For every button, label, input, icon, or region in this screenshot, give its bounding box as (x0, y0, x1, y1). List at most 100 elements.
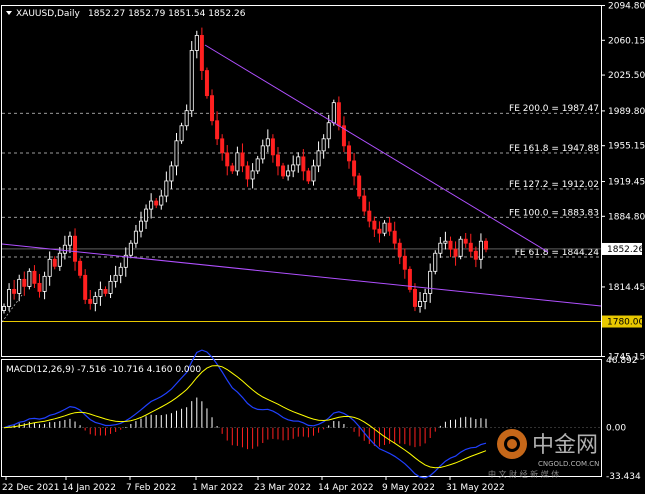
price-tick-label: 1955.15 (608, 142, 645, 152)
price-tick-label: 1884.80 (608, 212, 645, 222)
candle-body (245, 165, 250, 180)
candle-body (225, 152, 230, 167)
candle-body (433, 252, 438, 272)
candle-body (194, 35, 199, 51)
candle-body (138, 220, 143, 232)
watermark-brand: 中金网 (532, 433, 598, 458)
candle-body (428, 270, 433, 294)
candle-body (57, 252, 62, 267)
candle-body (463, 238, 468, 244)
candle-body (159, 195, 164, 206)
macd-tick-label: -33.434 (606, 472, 641, 482)
candle-body (83, 274, 88, 300)
candle-body (154, 200, 159, 206)
candle-body (210, 95, 215, 122)
candle-body (326, 122, 331, 140)
candle-body (352, 160, 357, 177)
candle-body (32, 270, 37, 284)
candle-body (128, 242, 133, 256)
candle-body (240, 152, 245, 167)
time-tick-label: 14 Apr 2022 (318, 483, 374, 493)
price-chart[interactable]: FE 200.0 = 1987.47 FE 161.8 = 1947.88 FE 1… (0, 0, 645, 494)
time-tick-label: 1 Mar 2022 (192, 483, 243, 493)
candle-body (458, 238, 463, 257)
time-tick-label: 14 Jan 2022 (62, 483, 116, 493)
candle-body (377, 228, 382, 234)
candle-body (184, 110, 189, 127)
candle-body (331, 102, 336, 124)
fib-level-label: FE 161.8 = 1947.88 (509, 144, 599, 154)
candle-body (291, 164, 296, 172)
candle-body (281, 165, 286, 177)
candle-body (260, 145, 265, 160)
macd-indicator-label: MACD(12,26,9) -7.516 -10.716 4.160 0.000 (6, 365, 201, 375)
watermark-domain: CNGOLD.COM.CN (538, 460, 599, 468)
fib-level-label: FE 100.0 = 1883.83 (509, 208, 599, 218)
candle-body (255, 158, 260, 172)
candle-body (179, 125, 184, 142)
candle-body (62, 244, 67, 254)
fib-level-label: FE 200.0 = 1987.47 (509, 104, 599, 114)
candle-body (108, 280, 113, 294)
candle-body (98, 288, 103, 297)
candle-body (189, 50, 194, 112)
candle-body (347, 145, 352, 162)
candle-body (2, 306, 7, 311)
macd-tick-label: 46.892 (606, 356, 638, 366)
candle-body (78, 260, 83, 276)
price-tick-label: 1919.45 (608, 178, 645, 188)
candle-body (402, 255, 407, 270)
candle-body (230, 165, 235, 172)
candle-body (336, 102, 341, 127)
candle-body (478, 240, 483, 260)
candle-body (473, 250, 478, 260)
candle-body (286, 170, 291, 177)
candle-body (7, 288, 12, 307)
candle-body (275, 154, 280, 167)
current-price-label: 1852.26 (607, 245, 644, 255)
candle-body (144, 208, 149, 222)
candle-body (418, 301, 423, 307)
candle-body (169, 165, 174, 182)
time-tick-label: 9 May 2022 (382, 483, 435, 493)
candle-body (468, 242, 473, 252)
candle-body (397, 242, 402, 257)
candle-body (372, 220, 377, 230)
candle-body (73, 235, 78, 262)
candle-body (306, 170, 311, 182)
candle-body (149, 200, 154, 210)
candle-body (382, 222, 387, 234)
price-tick-label: 1989.80 (608, 107, 645, 117)
candle-body (88, 299, 93, 304)
candle-body (17, 278, 22, 294)
candle-body (52, 258, 57, 267)
candle-body (113, 274, 118, 282)
candle-body (438, 242, 443, 254)
candle-body (443, 240, 448, 244)
candle-body (220, 138, 225, 154)
candle-body (37, 282, 42, 292)
time-tick-label: 7 Feb 2022 (126, 483, 176, 493)
candle-body (453, 248, 458, 257)
time-tick-label: 23 Mar 2022 (254, 483, 311, 493)
time-tick-label: 22 Dec 2021 (2, 483, 60, 493)
candle-body (357, 175, 362, 197)
candle-body (316, 150, 321, 167)
watermark-tagline: 中 文 财 经 新 媒 体 (488, 469, 559, 479)
time-tick-label: 31 May 2022 (446, 483, 505, 493)
candle-body (423, 293, 428, 302)
candle-body (174, 140, 179, 167)
candle-body (362, 195, 367, 212)
candle-body (321, 138, 326, 152)
symbol-label: XAUUSD,Daily (16, 9, 80, 19)
candle-body (265, 138, 270, 147)
candle-body (448, 240, 453, 250)
candle-body (311, 165, 316, 182)
price-tick-label: 2094.80 (608, 2, 645, 12)
price-tick-label: 1814.45 (608, 283, 645, 293)
candle-body (47, 258, 52, 277)
candle-body (367, 210, 372, 222)
candle-body (67, 235, 72, 246)
fib-level-label: FE 61.8 = 1844.24 (515, 248, 600, 258)
candle-body (118, 266, 123, 276)
